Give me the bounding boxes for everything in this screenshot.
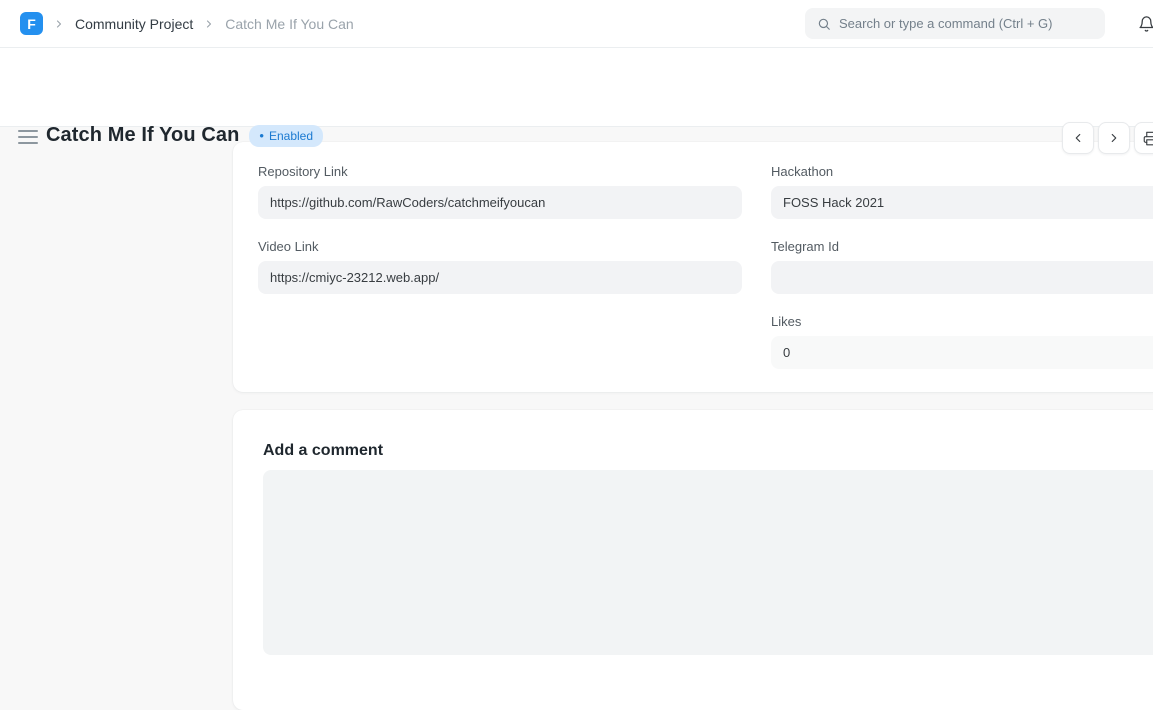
printer-icon <box>1143 131 1153 146</box>
field-telegram-id: Telegram Id <box>771 239 1153 294</box>
chevron-right-icon <box>203 18 215 30</box>
status-badge: • Enabled <box>249 125 323 147</box>
form-card: Repository Link Video Link Hackathon Tel… <box>233 142 1153 392</box>
form-column-left: Repository Link Video Link <box>258 164 742 369</box>
header-actions <box>1062 122 1153 154</box>
comment-card: Add a comment <box>233 410 1153 710</box>
global-search[interactable] <box>805 8 1105 39</box>
hackathon-label: Hackathon <box>771 164 1153 179</box>
field-repository-link: Repository Link <box>258 164 742 219</box>
navbar: F Community Project Catch Me If You Can <box>0 0 1153 48</box>
comment-input[interactable] <box>263 470 1153 655</box>
print-button[interactable] <box>1134 122 1153 154</box>
page-title: Catch Me If You Can <box>46 124 239 147</box>
likes-label: Likes <box>771 314 1153 329</box>
hackathon-input[interactable] <box>771 186 1153 219</box>
chevron-right-icon <box>53 18 65 30</box>
field-video-link: Video Link <box>258 239 742 294</box>
breadcrumb-current: Catch Me If You Can <box>225 16 353 32</box>
page-header: Catch Me If You Can • Enabled <box>0 48 1153 127</box>
prev-record-button[interactable] <box>1062 122 1094 154</box>
form-column-right: Hackathon Telegram Id Likes <box>771 164 1153 369</box>
app-logo-letter: F <box>27 16 36 32</box>
repository-link-label: Repository Link <box>258 164 742 179</box>
bell-icon <box>1138 15 1153 33</box>
breadcrumb-parent-link[interactable]: Community Project <box>75 16 193 32</box>
sidebar-toggle-button[interactable] <box>18 130 38 144</box>
notifications-button[interactable] <box>1133 11 1153 37</box>
menu-icon <box>18 130 38 132</box>
repository-link-input[interactable] <box>258 186 742 219</box>
chevron-right-icon <box>1107 131 1121 145</box>
telegram-id-input[interactable] <box>771 261 1153 294</box>
video-link-label: Video Link <box>258 239 742 254</box>
chevron-left-icon <box>1071 131 1085 145</box>
telegram-id-label: Telegram Id <box>771 239 1153 254</box>
breadcrumb: F Community Project Catch Me If You Can <box>20 0 354 47</box>
app-logo[interactable]: F <box>20 12 43 35</box>
likes-input[interactable] <box>771 336 1153 369</box>
search-icon <box>817 17 831 31</box>
video-link-input[interactable] <box>258 261 742 294</box>
status-label: Enabled <box>269 129 313 143</box>
field-hackathon: Hackathon <box>771 164 1153 219</box>
field-likes: Likes <box>771 314 1153 369</box>
status-dot: • <box>259 129 264 142</box>
search-input[interactable] <box>839 16 1093 31</box>
comment-section-heading: Add a comment <box>263 442 1153 460</box>
form-view: Repository Link Video Link Hackathon Tel… <box>0 127 1153 566</box>
next-record-button[interactable] <box>1098 122 1130 154</box>
